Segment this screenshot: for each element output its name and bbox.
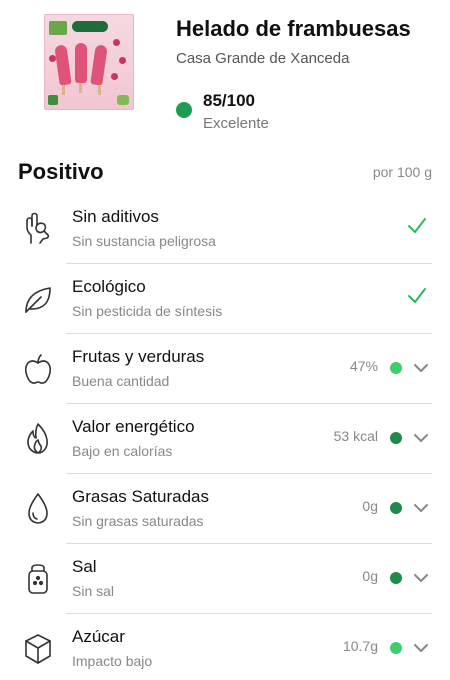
rating-dot [390,502,402,514]
item-label: Sal [72,557,97,576]
list-item[interactable]: Azúcar Impacto bajo 10.7g [0,614,450,680]
list-item: Sin aditivos Sin sustancia peligrosa [0,194,450,264]
sugar-cube-icon [22,632,54,666]
rating-dot [390,642,402,654]
product-header: Helado de frambuesas Casa Grande de Xanc… [0,0,450,150]
item-subtitle: Sin pesticida de síntesis [72,303,223,319]
chevron-down-icon[interactable] [412,429,430,447]
item-value: 0g [362,498,378,514]
item-subtitle: Bajo en calorías [72,443,173,459]
item-label: Sin aditivos [72,207,159,226]
section-note: por 100 g [372,164,432,180]
item-label: Valor energético [72,417,195,436]
score-indicator-dot [176,102,192,118]
item-subtitle: Impacto bajo [72,653,153,669]
item-subtitle: Sin sal [72,583,115,599]
product-title: Helado de frambuesas [176,16,411,41]
apple-icon [22,352,54,386]
chevron-down-icon[interactable] [412,639,430,657]
item-value: 47% [349,358,378,374]
score-value: 85/100 [203,91,255,110]
item-subtitle: Buena cantidad [72,373,170,389]
item-label: Ecológico [72,277,146,296]
score-label: Excelente [203,115,269,132]
drop-icon [22,492,54,526]
chevron-down-icon[interactable] [412,569,430,587]
item-label: Grasas Saturadas [72,487,210,506]
item-value: 10.7g [342,638,378,654]
hand-ok-icon [22,212,54,246]
leaf-icon [22,282,54,316]
product-brand: Casa Grande de Xanceda [176,50,350,67]
chevron-down-icon[interactable] [412,499,430,517]
rating-dot [390,362,402,374]
item-value: 53 kcal [333,428,378,444]
list-item[interactable]: Frutas y verduras Buena cantidad 47% [0,334,450,404]
salt-shaker-icon [22,562,54,596]
checkmark-icon [406,215,428,237]
list-item[interactable]: Sal Sin sal 0g [0,544,450,614]
section-title: Positivo [18,159,104,184]
checkmark-icon [406,285,428,307]
rating-dot [390,572,402,584]
item-label: Azúcar [72,627,125,646]
item-value: 0g [362,568,378,584]
product-image [44,14,134,110]
list-item[interactable]: Grasas Saturadas Sin grasas saturadas 0g [0,474,450,544]
list-item[interactable]: Valor energético Bajo en calorías 53 kcal [0,404,450,474]
flame-icon [22,422,54,456]
item-label: Frutas y verduras [72,347,205,366]
rating-dot [390,432,402,444]
item-subtitle: Sin sustancia peligrosa [72,233,216,249]
list-item: Ecológico Sin pesticida de síntesis [0,264,450,334]
chevron-down-icon[interactable] [412,359,430,377]
item-subtitle: Sin grasas saturadas [72,513,204,529]
